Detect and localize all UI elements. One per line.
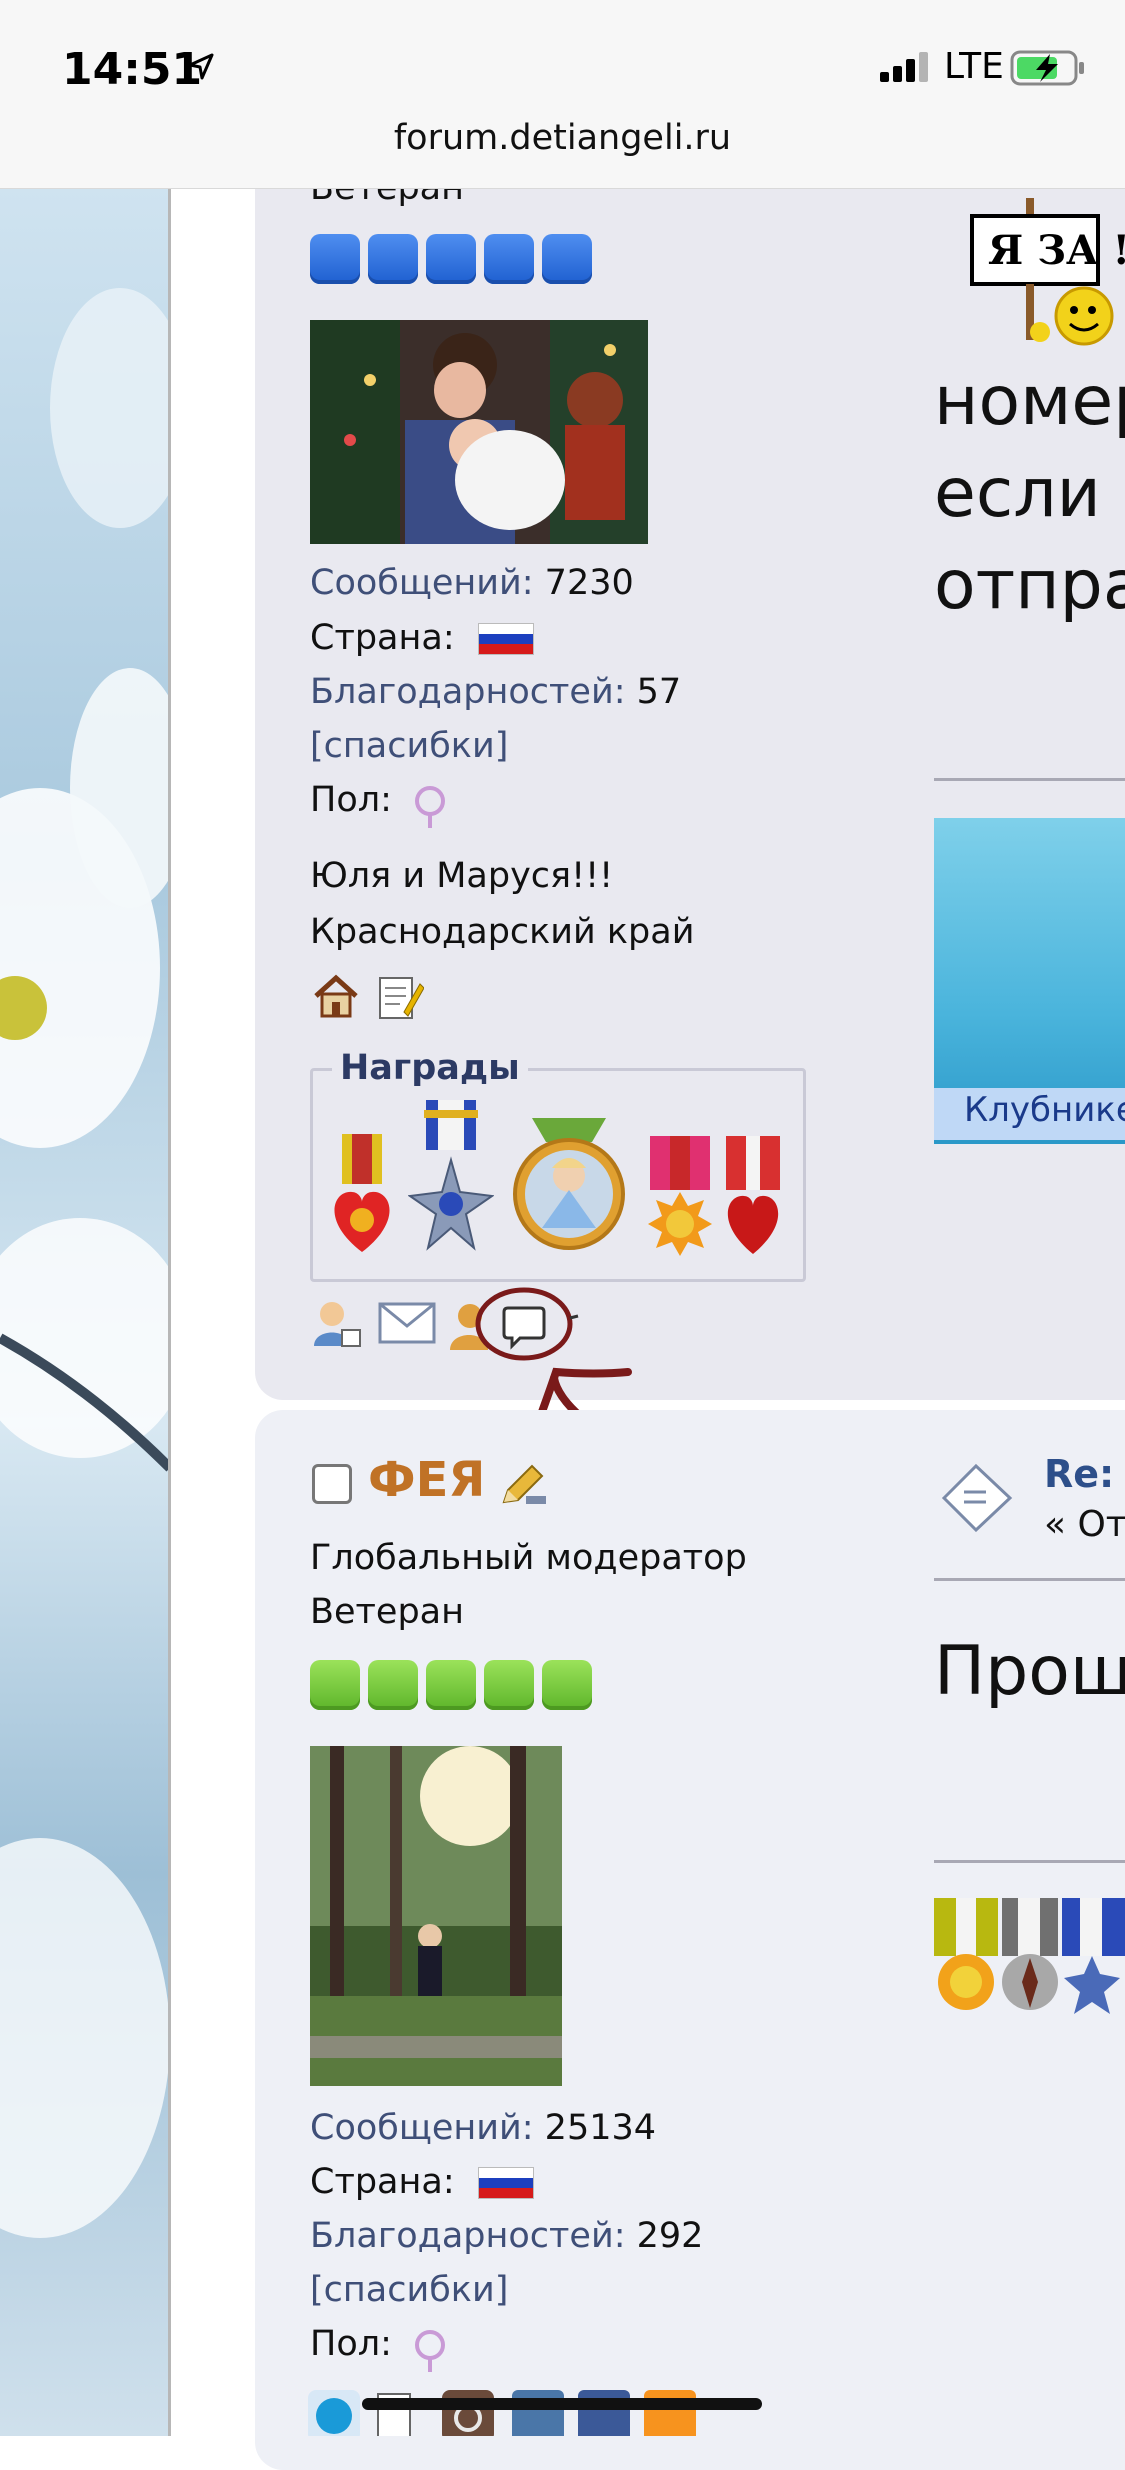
home-icon[interactable] (312, 972, 360, 1020)
private-message-icon[interactable] (378, 1300, 436, 1346)
cellular-signal-icon (880, 52, 928, 82)
rank-star (484, 1660, 534, 1710)
post1-signature-divider (934, 778, 1125, 781)
angel-medal-icon[interactable] (512, 1118, 626, 1252)
heart-red-medal-icon[interactable] (722, 1136, 784, 1256)
user-role: Глобальный модератор (310, 1538, 747, 1578)
signature-line-1: Юля и Маруся!!! (310, 856, 614, 896)
rank-star (310, 1660, 360, 1710)
rank-star (426, 1660, 476, 1710)
background-blossom-image (0, 188, 170, 2436)
post2-text-line-1: Прощ (934, 1632, 1125, 1711)
username[interactable]: ФЕЯ (368, 1452, 485, 1508)
thanks-label: Благодарностей: (310, 672, 626, 712)
rank-stars (310, 234, 592, 284)
gender-label: Пол: (310, 780, 392, 820)
rank-star (484, 234, 534, 284)
contact-icons-row (308, 2390, 708, 2436)
notes-icon[interactable] (374, 2390, 424, 2436)
post1-text-line-2: если (934, 454, 1101, 533)
rank-star (368, 1660, 418, 1710)
rank-star (310, 234, 360, 284)
post-document-icon (941, 1463, 1013, 1532)
location-arrow-icon (188, 53, 214, 80)
rank-stars-2 (310, 1660, 592, 1710)
battery-charging-icon (1010, 50, 1084, 86)
signature-banner[interactable]: Клубнике (934, 818, 1125, 1144)
network-type: LTE (944, 46, 1004, 87)
user-profile-icon[interactable] (312, 1298, 364, 1350)
thanks-row-2: Благодарностей: 292 (310, 2216, 703, 2256)
russia-flag-icon (477, 623, 534, 655)
post1-text-line-3: отпра (934, 546, 1125, 625)
user-avatar[interactable] (310, 320, 648, 544)
thanks-value: 292 (636, 2216, 704, 2256)
moderator-pencil-icon (502, 1464, 546, 1504)
signature-banner-text: Клубнике (964, 1090, 1125, 1130)
address-bar-url[interactable]: forum.detiangeli.ru (0, 118, 1125, 158)
thanks-link-2[interactable]: [спасибки] (310, 2270, 508, 2310)
messages-value: 7230 (544, 563, 634, 603)
female-icon (415, 2330, 446, 2372)
awards-title: Награды (332, 1048, 528, 1088)
profile-notes-icon[interactable] (374, 972, 424, 1022)
post2-header-divider (934, 1578, 1125, 1581)
gender-row-2: Пол: (310, 2324, 446, 2372)
select-post-checkbox[interactable] (312, 1464, 352, 1504)
thanks-link[interactable]: [спасибки] (310, 726, 508, 766)
country-label: Страна: (310, 618, 455, 658)
thanks-row: Благодарностей: 57 (310, 672, 681, 712)
country-row-2: Страна: (310, 2162, 534, 2202)
thanks-label: Благодарностей: (310, 2216, 626, 2256)
user-rank-2: Ветеран (310, 1592, 465, 1632)
vkontakte-icon[interactable] (512, 2390, 564, 2436)
signature-medals (934, 1898, 1125, 2014)
instagram-icon[interactable] (442, 2390, 494, 2436)
female-icon (415, 786, 446, 828)
skype-icon[interactable] (308, 2390, 360, 2436)
country-label: Страна: (310, 2162, 455, 2202)
odnoklassniki-icon[interactable] (644, 2390, 696, 2436)
rank-star (368, 234, 418, 284)
messages-label: Сообщений: (310, 2108, 534, 2148)
rank-star (542, 234, 592, 284)
star-order-medal-icon[interactable] (408, 1100, 494, 1256)
sign-text: Я ЗА ! (988, 227, 1125, 274)
facebook-icon[interactable] (578, 2390, 630, 2436)
post1-text-line-1: номер (934, 362, 1125, 441)
messages-row: Сообщений: 7230 (310, 563, 634, 603)
post2-signature-divider (934, 1860, 1125, 1863)
sun-medal-icon[interactable] (646, 1136, 714, 1256)
country-row: Страна: (310, 618, 534, 658)
rank-star (426, 234, 476, 284)
status-bar: 14:51 LTE forum.detiangeli.ru (0, 0, 1125, 189)
heart-medal-icon[interactable] (328, 1134, 396, 1254)
post-title-sub: « От (1044, 1504, 1125, 1545)
thanks-value: 57 (636, 672, 682, 712)
quote-bubble-icon[interactable] (474, 1286, 590, 1366)
gender-label: Пол: (310, 2324, 392, 2364)
gender-row: Пол: (310, 780, 446, 828)
messages-label: Сообщений: (310, 563, 534, 603)
messages-row-2: Сообщений: 25134 (310, 2108, 656, 2148)
post-title[interactable]: Re: (1044, 1452, 1114, 1496)
sign-smiley-icon: Я ЗА ! (970, 198, 1125, 346)
messages-value: 25134 (544, 2108, 657, 2148)
user-avatar-2[interactable] (310, 1746, 562, 2086)
rank-star (542, 1660, 592, 1710)
status-time: 14:51 (62, 44, 203, 95)
signature-line-2: Краснодарский край (310, 912, 695, 952)
home-indicator[interactable] (362, 2398, 762, 2410)
russia-flag-icon (477, 2167, 534, 2199)
